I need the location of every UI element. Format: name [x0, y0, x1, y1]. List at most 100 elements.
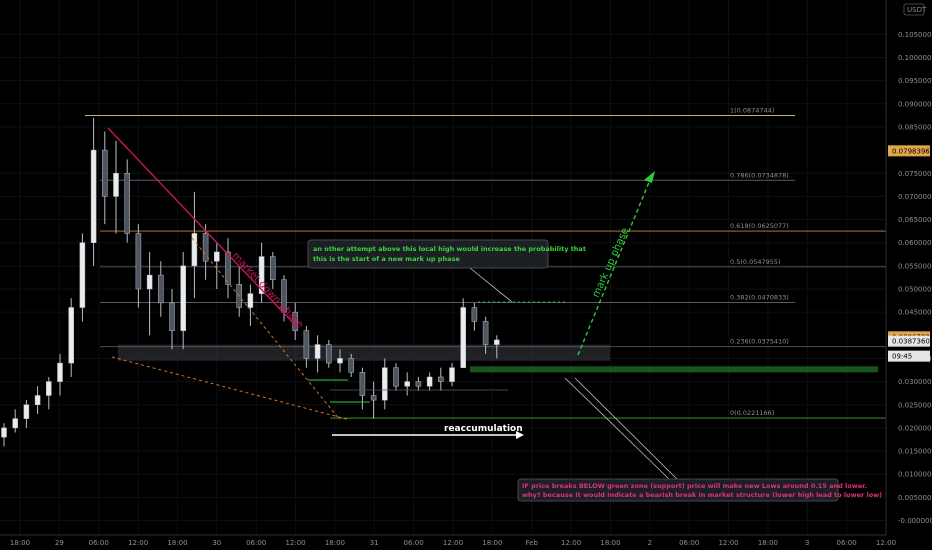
y-tick-label: 0.0050000 — [898, 494, 932, 502]
y-tick-label: 0.0650000 — [898, 216, 932, 224]
x-tick-label: 12:00 — [128, 539, 148, 547]
green-callout-pointer — [469, 267, 513, 303]
fib-label: 0.5(0.0547955) — [730, 258, 781, 266]
y-tick-label: 0.0300000 — [898, 378, 932, 386]
y-tick-label: 0.0700000 — [898, 193, 932, 201]
candle-body — [46, 381, 52, 396]
x-tick-label: 3 — [805, 539, 809, 547]
fib-label: 0.618(0.0625077) — [730, 222, 789, 230]
x-tick-label: 18:00 — [167, 539, 187, 547]
candle-body — [382, 367, 388, 401]
candle-body — [158, 274, 164, 304]
candle-body — [247, 293, 254, 308]
green-note-callout: an other attempt above this local high w… — [307, 239, 586, 269]
x-tick-label: 12:00 — [285, 539, 305, 547]
candle-body — [460, 307, 466, 368]
x-tick-label: 18:00 — [482, 539, 502, 547]
candle-body — [57, 362, 63, 382]
candle-body — [337, 358, 343, 364]
candle-body — [326, 344, 332, 364]
x-tick-label: 06:00 — [89, 539, 109, 547]
candle-body — [370, 395, 377, 401]
candlestick-series — [1, 117, 500, 447]
candle-body — [482, 321, 489, 345]
candle-body — [180, 265, 186, 331]
pink-note-line-2: why? because it would indicate a bearish… — [522, 491, 882, 499]
x-tick-label: 06:00 — [404, 539, 424, 547]
candle-body — [79, 242, 86, 308]
x-tick-label: 2 — [648, 539, 652, 547]
pink-note-callout: IF price breaks BELOW green zone (suppor… — [517, 478, 882, 502]
pink-note-line-1: IF price breaks BELOW green zone (suppor… — [522, 482, 867, 490]
candle-body — [146, 274, 153, 290]
x-tick-label: 29 — [55, 539, 64, 547]
y-tick-label: 0.0750000 — [898, 170, 932, 178]
y-tick-label: -0.0000000 — [898, 517, 932, 525]
candle-body — [404, 381, 410, 387]
candle-body — [214, 251, 220, 262]
candle-body — [34, 395, 41, 405]
fib-label: 0.786(0.0734878) — [730, 171, 789, 179]
y-tick-label: 0.0450000 — [898, 309, 932, 317]
reaccumulation-label: reaccumulation — [444, 424, 523, 434]
x-tick-label: 12:00 — [561, 539, 581, 547]
x-tick-label: 31 — [370, 539, 379, 547]
pink-callout-pointer-a — [564, 377, 671, 481]
candle-body — [415, 381, 422, 387]
currency-label: USDT — [907, 6, 927, 14]
candle-body — [393, 367, 399, 387]
x-tick-label: 12:00 — [718, 539, 738, 547]
y-tick-label: 0.0900000 — [898, 100, 932, 108]
pink-callout-pointer-b — [574, 377, 679, 481]
candle-body — [348, 358, 354, 373]
price-tag-text: 09:45 — [892, 353, 912, 361]
candle-body — [426, 376, 433, 387]
trading-chart[interactable]: 1(0.0874744) 0.786(0.0734878) 0.618(0.0625… — [0, 0, 932, 550]
candle-body — [102, 149, 108, 197]
candle-body — [135, 233, 142, 290]
fib-label: 0.382(0.0470833) — [730, 294, 789, 302]
y-tick-label: 0.0200000 — [898, 424, 932, 432]
candle-body — [90, 149, 97, 243]
price-tag-text: 0.0387360 — [892, 338, 930, 346]
y-tick-label: 0.0500000 — [898, 286, 932, 294]
drawings — [107, 127, 679, 481]
mark-up-label: mark up phase — [591, 226, 632, 299]
x-tick-label: 18:00 — [758, 539, 778, 547]
y-tick-label: 0.0100000 — [898, 471, 932, 479]
candle-body — [471, 307, 478, 322]
zone-green-support — [470, 366, 878, 373]
candle-body — [359, 372, 366, 396]
x-tick-label: 18:00 — [325, 539, 345, 547]
candle-body — [1, 427, 7, 438]
candle-body — [23, 404, 30, 419]
x-tick-label: 18:00 — [10, 539, 30, 547]
price-tag-text: 0.0798396 — [892, 147, 930, 155]
y-tick-label: 0.0250000 — [898, 401, 932, 409]
x-tick-label: Feb — [526, 539, 539, 547]
candle-body — [303, 330, 310, 359]
y-tick-label: 0.0600000 — [898, 239, 932, 247]
candle-body — [494, 339, 500, 345]
candle-body — [438, 376, 444, 382]
x-tick-label: 06:00 — [837, 539, 857, 547]
x-axis-ticks: 18:00 29 06:00 12:00 18:00 30 06:00 12:00 18:00 3… — [10, 539, 896, 547]
green-note-line-1: an other attempt above this local high w… — [313, 245, 586, 253]
candle-body — [169, 302, 175, 331]
y-tick-label: 0.0550000 — [898, 262, 932, 270]
x-tick-label: 12:00 — [443, 539, 463, 547]
candle-body — [113, 173, 119, 197]
y-tick-label: 0.1000000 — [898, 54, 932, 62]
candle-body — [449, 367, 455, 382]
x-tick-label: 06:00 — [246, 539, 266, 547]
candle-body — [68, 307, 74, 364]
x-tick-label: 12:00 — [876, 539, 896, 547]
y-tick-label: 0.0150000 — [898, 448, 932, 456]
y-tick-label: 0.0850000 — [898, 123, 932, 131]
fib-label: 0.236(0.0375410) — [730, 338, 789, 346]
candle-body — [12, 418, 18, 429]
x-tick-label: 18:00 — [600, 539, 620, 547]
x-tick-label: 30 — [212, 539, 221, 547]
green-note-line-2: this is the start of a new mark up phase — [313, 255, 460, 263]
y-tick-label: 0.0950000 — [898, 77, 932, 85]
